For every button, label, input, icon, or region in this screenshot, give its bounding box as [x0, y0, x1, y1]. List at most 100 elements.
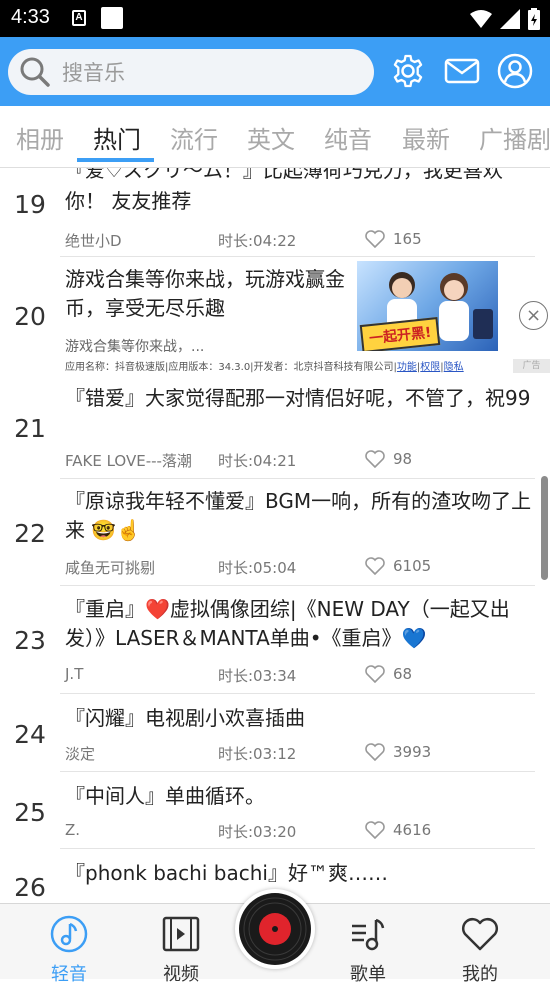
song-duration: 时长:04:21	[218, 452, 297, 470]
song-title: 『phonk bachi bachi』好™爽……	[65, 861, 388, 885]
film-icon	[162, 916, 200, 952]
tab-latest[interactable]: 最新	[402, 120, 450, 155]
status-time: 4:33	[11, 6, 50, 28]
song-meta: 淡定 时长:03:12 3993	[65, 743, 535, 765]
playlist-icon	[352, 918, 385, 951]
song-meta: J.T 时长:03:34 68	[65, 665, 535, 687]
ad-mark: 广告	[513, 359, 550, 373]
ad-close-button[interactable]: ×	[519, 301, 548, 330]
tab-instrumental[interactable]: 纯音	[324, 120, 372, 155]
nav-video[interactable]: 视频	[141, 914, 221, 986]
heart-icon	[462, 918, 498, 951]
song-title-partial: 『爱♡スクリ〜ム！』比起薄荷巧克力，我更喜欢	[65, 168, 503, 182]
app-header: 搜音乐	[0, 37, 550, 106]
song-artist: 绝世小D	[65, 232, 122, 250]
notification-square-icon	[101, 7, 123, 29]
tab-hot[interactable]: 热门	[93, 120, 141, 155]
list-item[interactable]: 23 『重启』❤️虚拟偶像团综|《NEW DAY（一起又出发）》LASER＆MA…	[0, 586, 550, 693]
song-meta: 绝世小D 时长:04:22 165	[65, 230, 535, 252]
song-title: 『重启』❤️虚拟偶像团综|《NEW DAY（一起又出发）》LASER＆MANTA…	[65, 597, 510, 650]
ad-app-info: 应用名称：抖音极速版|应用版本：34.3.0|开发者：北京抖音科技有限公司|功能…	[65, 362, 464, 373]
likes-group[interactable]: 6105	[365, 557, 431, 575]
ad-permission-link[interactable]: 权限	[420, 362, 440, 373]
settings-gear-icon[interactable]	[390, 53, 426, 89]
ad-rank: 20	[14, 302, 46, 331]
ad-list-item[interactable]: 20 游戏合集等你来战，玩游戏赢金币，享受无尽乐趣 一起开黑! × 游戏合集等你…	[0, 257, 550, 373]
ad-info-text: 应用名称：抖音极速版|应用版本：34.3.0|开发者：北京抖音科技有限公司|	[65, 362, 397, 373]
likes-count: 6105	[393, 557, 432, 575]
heart-outline-icon	[365, 557, 385, 575]
status-bar: 4:33 A	[0, 0, 550, 37]
song-artist: Z.	[65, 821, 81, 839]
list-item[interactable]: 21 『错爱』大家觉得配那一对情侣好呢，不管了，祝99 FAKE LOVE---…	[0, 374, 550, 474]
list-item[interactable]: 25 『中间人』单曲循环。 Z. 时长:03:20 4616	[0, 772, 550, 848]
nav-label: 我的	[462, 964, 498, 985]
search-placeholder: 搜音乐	[62, 61, 125, 85]
heart-outline-icon	[365, 450, 385, 468]
song-meta: FAKE LOVE---落潮 时长:04:21 98	[65, 450, 535, 472]
search-box[interactable]: 搜音乐	[8, 49, 374, 95]
likes-count: 165	[393, 230, 422, 248]
list-scrollbar[interactable]	[541, 476, 548, 580]
tab-english[interactable]: 英文	[247, 120, 295, 155]
song-artist: 淡定	[65, 745, 96, 763]
list-item[interactable]: 22 『原谅我年轻不懂爱』BGM一响，所有的渣攻吻了上来 🤓☝️ 咸鱼无可挑剔 …	[0, 479, 550, 586]
battery-icon	[528, 8, 540, 30]
mail-icon[interactable]	[444, 53, 480, 89]
nav-label: 轻音	[51, 964, 87, 985]
heart-outline-icon	[365, 821, 385, 839]
heart-outline-icon	[365, 743, 385, 761]
likes-count: 68	[393, 665, 413, 683]
vinyl-record-icon	[239, 893, 311, 965]
song-duration: 时长:03:34	[218, 667, 297, 685]
signal-icon	[500, 9, 520, 29]
notification-a-icon: A	[72, 10, 86, 26]
song-rank: 25	[14, 798, 46, 827]
now-playing-vinyl-button[interactable]	[235, 889, 315, 969]
ad-function-link[interactable]: 功能	[397, 362, 417, 373]
tab-album[interactable]: 相册	[16, 120, 64, 155]
song-rank: 21	[14, 414, 46, 443]
tab-radio-drama[interactable]: 广播剧	[479, 120, 550, 155]
likes-group[interactable]: 98	[365, 450, 412, 468]
nav-playlist[interactable]: 歌单	[328, 914, 408, 986]
likes-group[interactable]: 3993	[365, 743, 431, 761]
list-item[interactable]: 24 『闪耀』电视剧小欢喜插曲 淡定 时长:03:12 3993	[0, 694, 550, 770]
likes-group[interactable]: 68	[365, 665, 412, 683]
likes-group[interactable]: 165	[365, 230, 422, 248]
song-meta: 咸鱼无可挑剔 时长:05:04 6105	[65, 557, 535, 579]
song-duration: 时长:04:22	[218, 232, 297, 250]
list-item[interactable]: 『爱♡スクリ〜ム！』比起薄荷巧克力，我更喜欢 19 你！ 友友推荐 绝世小D 时…	[0, 168, 550, 255]
ad-subtitle: 游戏合集等你来战，...	[65, 339, 205, 355]
heart-outline-icon	[365, 230, 385, 248]
tab-popular[interactable]: 流行	[170, 120, 218, 155]
song-title: 『原谅我年轻不懂爱』BGM一响，所有的渣攻吻了上来 🤓☝️	[65, 489, 532, 542]
song-rank: 22	[14, 519, 46, 548]
nav-mine[interactable]: 我的	[440, 914, 520, 986]
heart-outline-icon	[365, 665, 385, 683]
song-list[interactable]: 『爱♡スクリ〜ム！』比起薄荷巧克力，我更喜欢 19 你！ 友友推荐 绝世小D 时…	[0, 168, 550, 903]
ad-image[interactable]: 一起开黑!	[357, 261, 498, 351]
music-note-icon	[50, 915, 88, 953]
status-icons	[470, 7, 540, 31]
song-rank: 19	[14, 190, 46, 219]
nav-light-music[interactable]: 轻音	[29, 914, 109, 986]
user-profile-icon[interactable]	[497, 53, 533, 89]
active-tab-indicator	[77, 158, 154, 162]
song-duration: 时长:03:20	[218, 823, 297, 841]
song-rank: 24	[14, 720, 46, 749]
song-duration: 时长:05:04	[218, 559, 297, 577]
song-title: 『中间人』单曲循环。	[65, 784, 265, 808]
likes-count: 98	[393, 450, 413, 468]
likes-count: 3993	[393, 743, 432, 761]
search-icon	[20, 57, 50, 87]
likes-group[interactable]: 4616	[365, 821, 431, 839]
nav-label: 歌单	[350, 964, 386, 985]
nav-label: 视频	[163, 964, 199, 985]
ad-privacy-link[interactable]: 隐私	[444, 362, 464, 373]
song-rank: 26	[14, 873, 46, 902]
ad-title: 游戏合集等你来战，玩游戏赢金币，享受无尽乐趣	[65, 267, 345, 320]
song-artist: 咸鱼无可挑剔	[65, 559, 156, 577]
likes-count: 4616	[393, 821, 432, 839]
song-rank: 23	[14, 626, 46, 655]
